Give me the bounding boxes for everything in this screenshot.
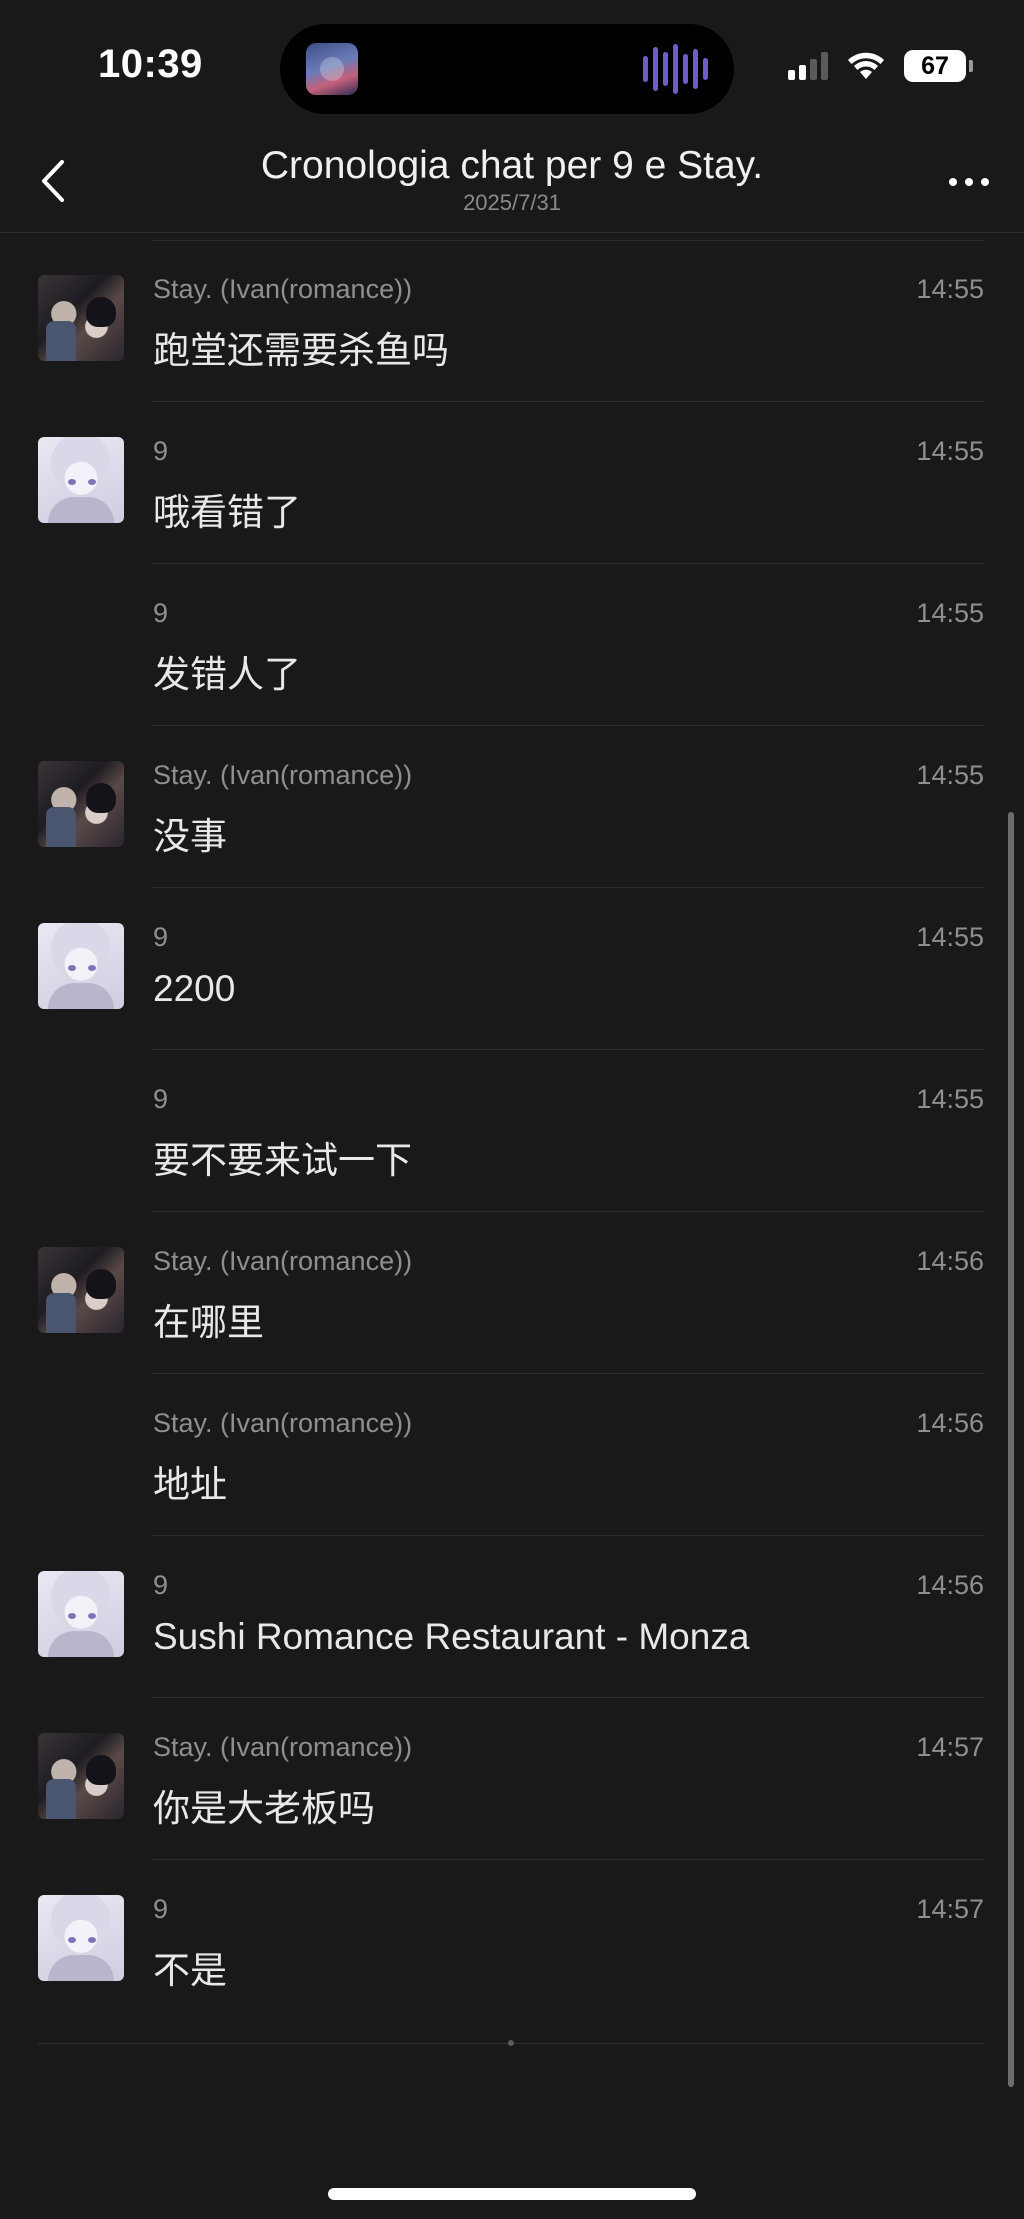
more-options-button[interactable] bbox=[940, 160, 998, 204]
message-time: 14:56 bbox=[916, 1570, 984, 1600]
message-text: 地址 bbox=[153, 1464, 227, 1505]
message-time: 14:57 bbox=[916, 1732, 984, 1762]
wifi-icon bbox=[848, 52, 884, 79]
message-row[interactable]: Stay. (Ivan(romance)) 14:55 跑堂还需要杀鱼吗 bbox=[0, 240, 1024, 402]
audio-waveform-icon bbox=[643, 44, 708, 94]
message-time: 14:55 bbox=[916, 1084, 984, 1114]
status-indicators: 67 bbox=[788, 50, 973, 82]
message-row[interactable]: 9 14:55 2200 bbox=[0, 888, 1024, 1050]
chat-history-list: Stay. (Ivan(romance)) 14:55 跑堂还需要杀鱼吗 9 1… bbox=[0, 240, 1024, 2022]
avatar[interactable] bbox=[38, 275, 124, 361]
message-time: 14:55 bbox=[916, 274, 984, 304]
message-text: Sushi Romance Restaurant - Monza bbox=[153, 1616, 750, 1657]
avatar[interactable] bbox=[38, 923, 124, 1009]
sender-name: 9 bbox=[153, 1084, 169, 1114]
message-text: 你是大老板吗 bbox=[153, 1788, 375, 1829]
message-time: 14:56 bbox=[916, 1246, 984, 1276]
list-end-dot bbox=[508, 2040, 514, 2046]
message-text: 要不要来试一下 bbox=[153, 1140, 412, 1181]
message-row[interactable]: 9 14:55 哦看错了 bbox=[0, 402, 1024, 564]
message-row[interactable]: Stay. (Ivan(romance)) 14:55 没事 bbox=[0, 726, 1024, 888]
message-text: 发错人了 bbox=[153, 654, 301, 695]
page-title: Cronologia chat per 9 e Stay. bbox=[260, 144, 764, 187]
avatar[interactable] bbox=[38, 1733, 124, 1819]
sender-name: 9 bbox=[153, 1570, 169, 1600]
message-row[interactable]: Stay. (Ivan(romance)) 14:56 地址 bbox=[0, 1374, 1024, 1536]
sender-name: Stay. (Ivan(romance)) bbox=[153, 760, 413, 790]
message-row[interactable]: 9 14:57 不是 bbox=[0, 1860, 1024, 2022]
message-row[interactable]: Stay. (Ivan(romance)) 14:57 你是大老板吗 bbox=[0, 1698, 1024, 1860]
sender-name: 9 bbox=[153, 436, 169, 466]
cellular-signal-icon bbox=[788, 52, 828, 80]
message-time: 14:55 bbox=[916, 436, 984, 466]
scrollbar[interactable] bbox=[1008, 812, 1014, 2087]
message-row[interactable]: 9 14:55 发错人了 bbox=[0, 564, 1024, 726]
avatar[interactable] bbox=[38, 1247, 124, 1333]
navigation-bar: Cronologia chat per 9 e Stay. 2025/7/31 bbox=[0, 130, 1024, 233]
dynamic-island[interactable] bbox=[280, 24, 734, 114]
page-subtitle-date: 2025/7/31 bbox=[463, 190, 561, 215]
sender-name: 9 bbox=[153, 598, 169, 628]
message-text: 不是 bbox=[153, 1950, 227, 1991]
home-indicator[interactable] bbox=[328, 2188, 696, 2200]
avatar[interactable] bbox=[38, 437, 124, 523]
message-text: 跑堂还需要杀鱼吗 bbox=[153, 330, 449, 371]
sender-name: Stay. (Ivan(romance)) bbox=[153, 1732, 413, 1762]
avatar[interactable] bbox=[38, 1895, 124, 1981]
message-text: 哦看错了 bbox=[153, 492, 301, 533]
sender-name: 9 bbox=[153, 922, 169, 952]
message-text: 在哪里 bbox=[153, 1302, 264, 1343]
message-row[interactable]: 9 14:56 Sushi Romance Restaurant - Monza bbox=[0, 1536, 1024, 1698]
sender-name: Stay. (Ivan(romance)) bbox=[153, 1408, 413, 1438]
status-time: 10:39 bbox=[98, 42, 203, 86]
message-time: 14:55 bbox=[916, 598, 984, 628]
message-time: 14:55 bbox=[916, 760, 984, 790]
avatar[interactable] bbox=[38, 761, 124, 847]
message-text: 没事 bbox=[153, 816, 227, 857]
message-text: 2200 bbox=[153, 968, 236, 1009]
now-playing-artwork bbox=[306, 43, 358, 95]
message-row[interactable]: Stay. (Ivan(romance)) 14:56 在哪里 bbox=[0, 1212, 1024, 1374]
message-time: 14:56 bbox=[916, 1408, 984, 1438]
sender-name: 9 bbox=[153, 1894, 169, 1924]
sender-name: Stay. (Ivan(romance)) bbox=[153, 1246, 413, 1276]
message-time: 14:57 bbox=[916, 1894, 984, 1924]
avatar[interactable] bbox=[38, 1571, 124, 1657]
message-time: 14:55 bbox=[916, 922, 984, 952]
sender-name: Stay. (Ivan(romance)) bbox=[153, 274, 413, 304]
battery-icon: 67 bbox=[904, 50, 973, 82]
message-row[interactable]: 9 14:55 要不要来试一下 bbox=[0, 1050, 1024, 1212]
status-bar: 10:39 67 bbox=[0, 0, 1024, 130]
